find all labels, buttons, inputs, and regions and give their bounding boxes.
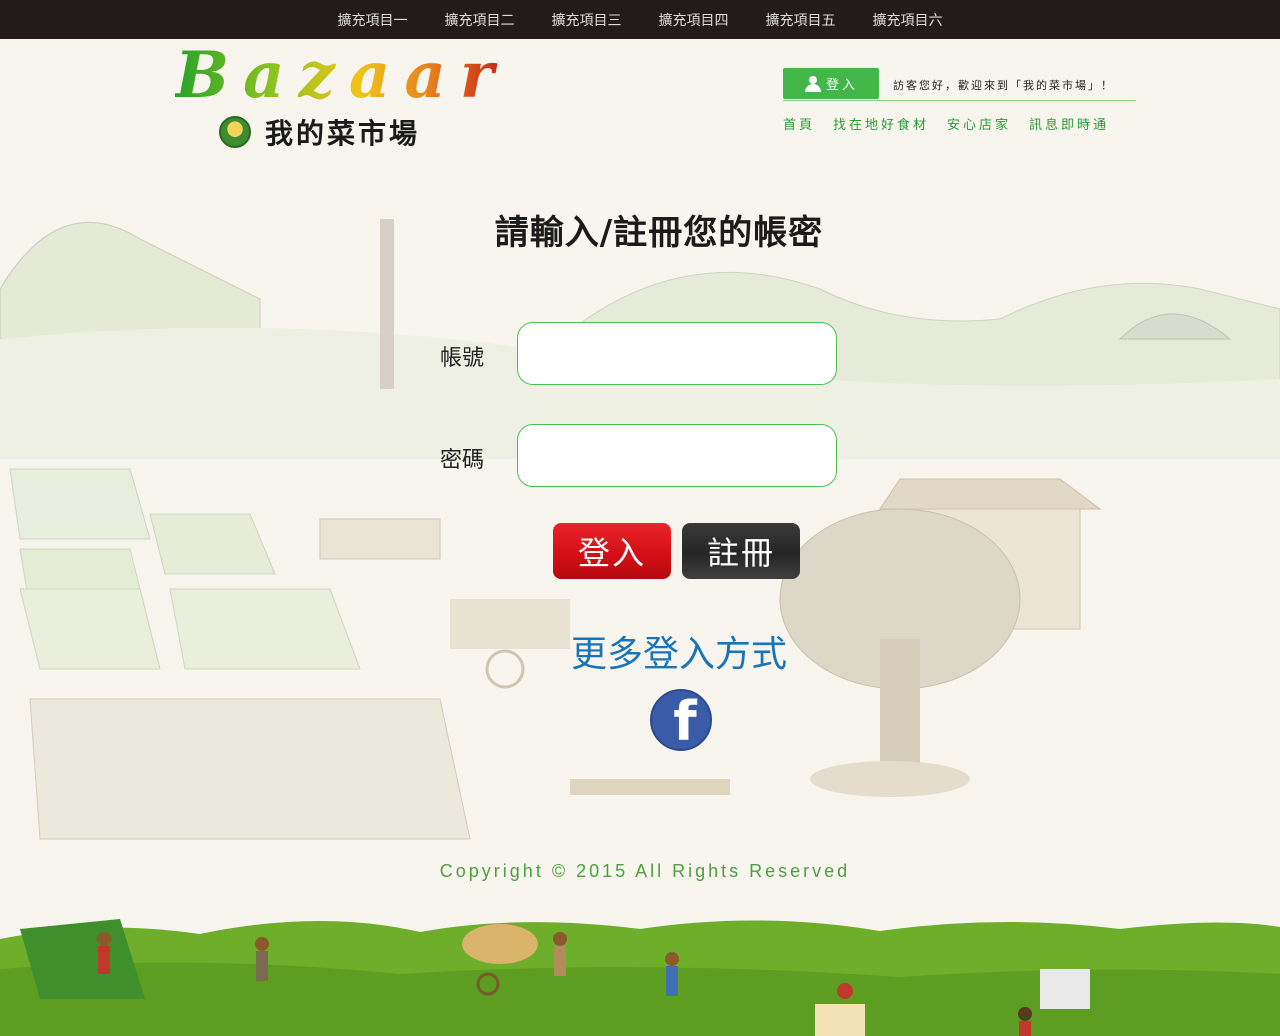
welcome-message: 訪客您好，歡迎來到「我的菜市場」！ [893, 79, 1114, 92]
top-menu-bar: 擴充項目一 擴充項目二 擴充項目三 擴充項目四 擴充項目五 擴充項目六 [0, 0, 1280, 39]
top-menu-item-5[interactable]: 擴充項目五 [747, 10, 854, 30]
top-menu-item-3[interactable]: 擴充項目三 [533, 10, 640, 30]
user-icon [804, 75, 822, 92]
main-nav: 首頁 找在地好食材 安心店家 訊息即時通 [783, 114, 1127, 133]
password-input[interactable] [517, 424, 837, 487]
register-button[interactable]: 註冊 [682, 523, 800, 579]
copyright-text: Copyright © 2015 All Rights Reserved [439, 861, 851, 881]
site-logo[interactable]: Bazaar 我的菜市場 [175, 44, 508, 152]
logo-subtitle: 我的菜市場 [265, 117, 421, 150]
nav-item-safe-stores[interactable]: 安心店家 [947, 114, 1011, 133]
facebook-icon: f [673, 690, 697, 751]
top-menu-item-1[interactable]: 擴充項目一 [319, 10, 426, 30]
password-label: 密碼 [440, 448, 485, 473]
form-title: 請輸入/註冊您的帳密 [494, 213, 824, 253]
more-login-options-link[interactable]: 更多登入方式 [0, 625, 1280, 677]
top-menu-item-4[interactable]: 擴充項目四 [640, 10, 747, 30]
nav-item-messages[interactable]: 訊息即時通 [1029, 114, 1109, 133]
logo-badge-icon [219, 116, 251, 148]
nav-item-local-food[interactable]: 找在地好食材 [833, 114, 929, 133]
logo-subtitle-row: 我的菜市場 [219, 112, 508, 152]
top-menu-item-2[interactable]: 擴充項目二 [426, 10, 533, 30]
account-label: 帳號 [440, 346, 485, 371]
account-input[interactable] [517, 322, 837, 385]
nav-item-home[interactable]: 首頁 [783, 114, 815, 133]
header-login-button[interactable]: 登入 [783, 68, 879, 99]
header-login-label: 登入 [825, 78, 858, 93]
header-divider [783, 100, 1136, 101]
login-button[interactable]: 登入 [553, 523, 671, 579]
logo-wordmark: Bazaar [175, 38, 508, 113]
facebook-login-button[interactable]: f [650, 689, 712, 751]
top-menu-item-6[interactable]: 擴充項目六 [854, 10, 961, 30]
